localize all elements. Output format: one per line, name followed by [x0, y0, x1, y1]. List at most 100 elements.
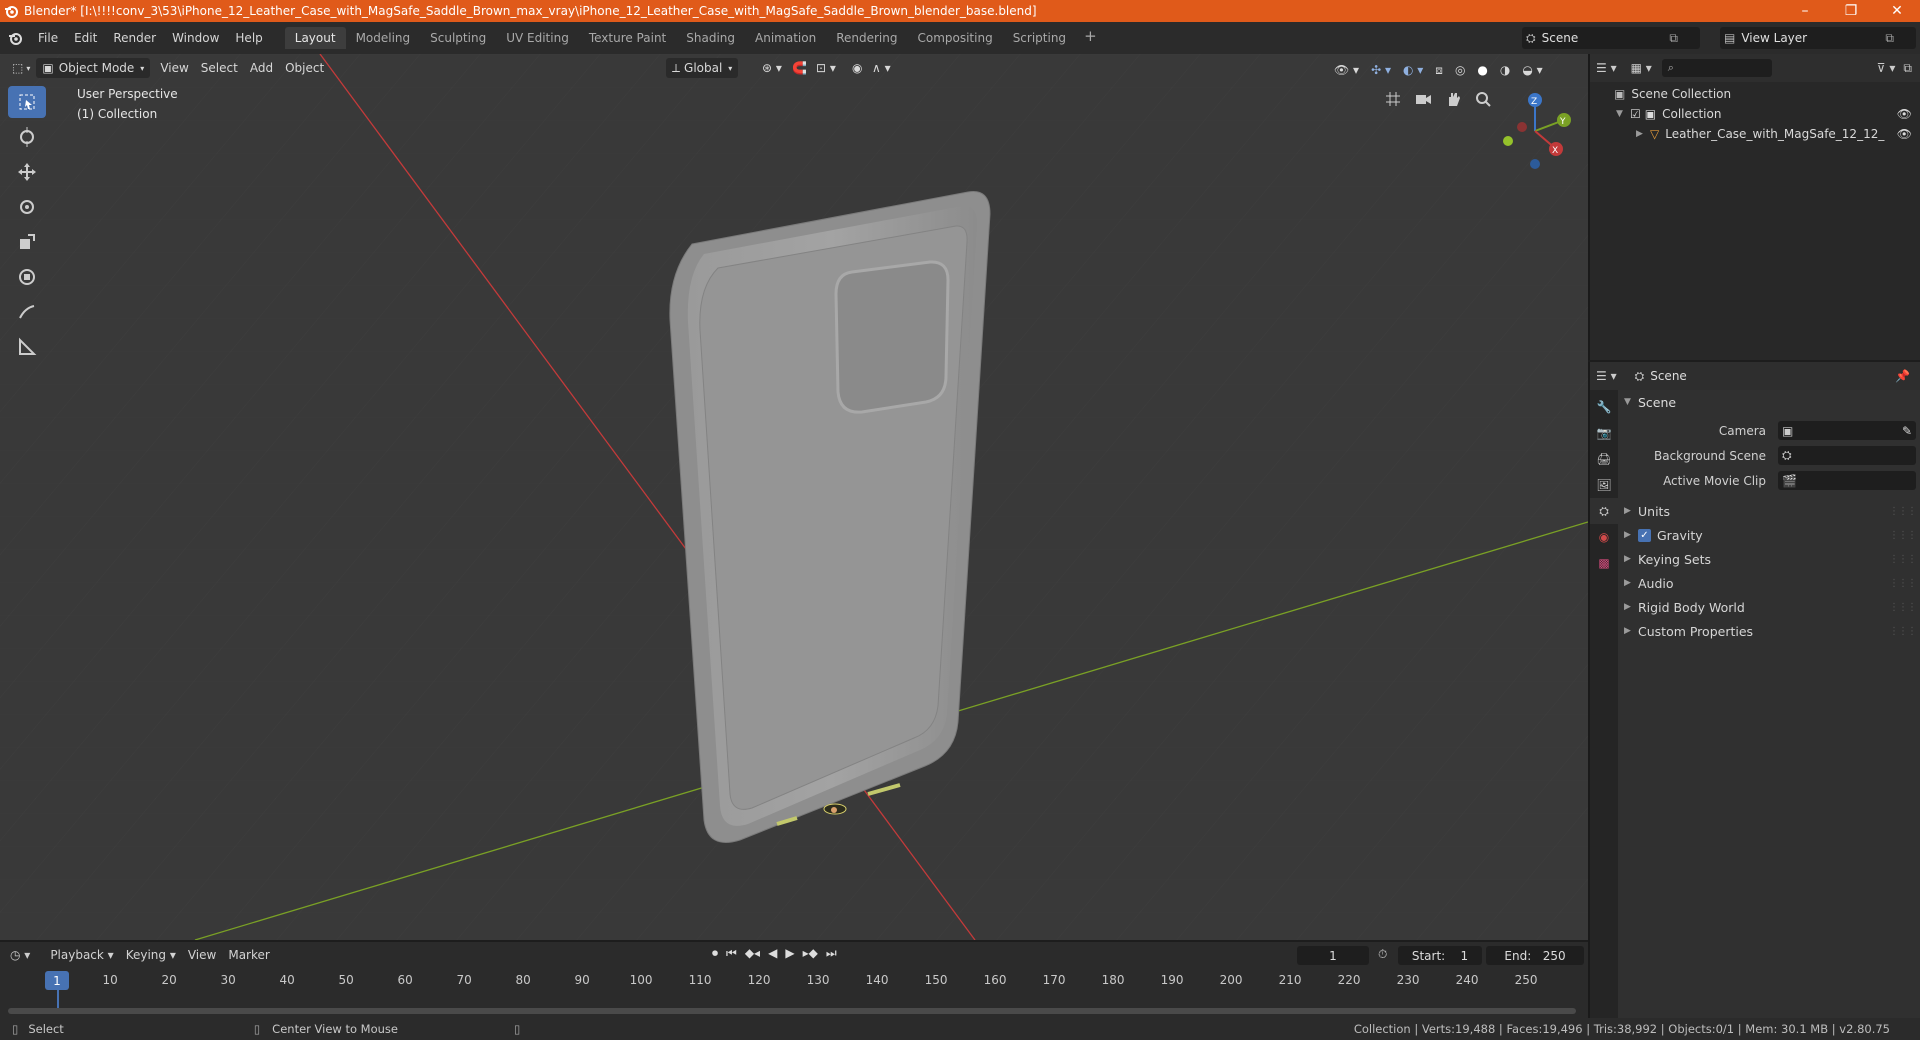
background-scene-field[interactable]: ⛭: [1778, 446, 1916, 465]
current-frame-field[interactable]: 1: [1297, 946, 1369, 965]
outliner-scene-collection[interactable]: ▣ Scene Collection: [1590, 84, 1920, 104]
filter-icon[interactable]: ⊽ ▾: [1877, 61, 1896, 75]
menu-object[interactable]: Object: [279, 58, 330, 78]
xray-toggle-icon[interactable]: ⧈: [1429, 60, 1449, 80]
pivot-point-button[interactable]: ⊛ ▾: [756, 58, 788, 78]
record-icon[interactable]: ⏺: [712, 946, 718, 961]
menu-file[interactable]: File: [30, 27, 66, 49]
audio-panel[interactable]: ▶ Audio ⋮⋮⋮: [1620, 571, 1920, 595]
blender-menu-icon[interactable]: [0, 31, 30, 45]
cursor-tool[interactable]: [8, 121, 46, 153]
navigation-gizmo[interactable]: Z Y X: [1490, 86, 1580, 176]
scene-panel-header[interactable]: ▼ Scene: [1620, 390, 1920, 414]
keying-sets-panel[interactable]: ▶ Keying Sets ⋮⋮⋮: [1620, 547, 1920, 571]
snap-icon[interactable]: 🧲: [786, 58, 813, 78]
tab-animation[interactable]: Animation: [745, 27, 826, 49]
tab-compositing[interactable]: Compositing: [907, 27, 1002, 49]
material-shading-icon[interactable]: ◑: [1494, 60, 1516, 80]
falloff-button[interactable]: ∧ ▾: [866, 58, 897, 78]
output-tab-icon[interactable]: 🖨: [1590, 446, 1618, 472]
tab-texture-paint[interactable]: Texture Paint: [579, 27, 676, 49]
tab-rendering[interactable]: Rendering: [826, 27, 907, 49]
properties-editor-icon[interactable]: ☰ ▾: [1596, 369, 1617, 383]
pin-icon[interactable]: 📌: [1895, 369, 1910, 383]
outliner-search-input[interactable]: ⌕: [1661, 59, 1772, 77]
move-tool[interactable]: [8, 156, 46, 188]
editor-type-button[interactable]: ⬚ ▾: [6, 58, 36, 78]
toggle-ortho-icon[interactable]: [1380, 86, 1406, 112]
view-layer-selector[interactable]: ▤ View Layer ⧉: [1720, 27, 1916, 49]
tab-sculpting[interactable]: Sculpting: [420, 27, 496, 49]
zoom-view-icon[interactable]: [1470, 86, 1496, 112]
outliner-object[interactable]: ▶ ▽ Leather_Case_with_MagSafe_12_12_pro_…: [1590, 124, 1920, 144]
add-workspace-button[interactable]: +: [1076, 27, 1105, 49]
end-frame-field[interactable]: End: 250: [1486, 946, 1584, 965]
scene-tab-icon[interactable]: ⛭: [1590, 498, 1618, 524]
timeline-ruler[interactable]: 1 10 20 30 40 50 60 70 80 90 100 110 120 130 140 150 160…: [0, 970, 1588, 992]
menu-add[interactable]: Add: [244, 58, 279, 78]
tab-layout[interactable]: Layout: [284, 27, 346, 49]
view-layer-tab-icon[interactable]: 🖼: [1590, 472, 1618, 498]
timeline-scrollbar[interactable]: [8, 1008, 1576, 1014]
tab-uv-editing[interactable]: UV Editing: [496, 27, 579, 49]
eyedropper-icon[interactable]: ✎: [1902, 424, 1912, 438]
snap-target-button[interactable]: ⊡ ▾: [810, 58, 842, 78]
rendered-shading-icon[interactable]: ◒ ▾: [1516, 60, 1548, 80]
wireframe-shading-icon[interactable]: ◎: [1449, 60, 1471, 80]
drag-grip-icon[interactable]: ⋮⋮⋮: [1889, 578, 1917, 589]
play-reverse-icon[interactable]: ◀: [768, 946, 777, 961]
display-mode-icon[interactable]: ▦ ▾: [1631, 61, 1652, 75]
restore-button[interactable]: ❐: [1828, 0, 1874, 22]
next-keyframe-icon[interactable]: ▸◆: [803, 946, 818, 961]
solid-shading-icon[interactable]: ●: [1471, 60, 1493, 80]
start-frame-field[interactable]: Start: 1: [1398, 946, 1482, 965]
custom-properties-panel[interactable]: ▶ Custom Properties ⋮⋮⋮: [1620, 619, 1920, 643]
menu-render[interactable]: Render: [105, 27, 164, 49]
jump-start-icon[interactable]: ⏮: [726, 946, 737, 961]
outliner-editor-icon[interactable]: ☰ ▾: [1596, 61, 1617, 75]
drag-grip-icon[interactable]: ⋮⋮⋮: [1889, 626, 1917, 637]
menu-playback[interactable]: Playback ▾: [44, 948, 119, 962]
gravity-panel[interactable]: ▶ ✓ Gravity ⋮⋮⋮: [1620, 523, 1920, 547]
measure-tool[interactable]: [8, 331, 46, 363]
menu-marker[interactable]: Marker: [222, 948, 275, 962]
menu-timeline-view[interactable]: View: [182, 948, 222, 962]
render-tab-icon[interactable]: 📷: [1590, 420, 1618, 446]
timeline-editor-icon[interactable]: ◷ ▾: [10, 948, 30, 962]
drag-grip-icon[interactable]: ⋮⋮⋮: [1889, 530, 1917, 541]
tab-shading[interactable]: Shading: [676, 27, 745, 49]
texture-tab-icon[interactable]: ▩: [1590, 550, 1618, 576]
visibility-icon[interactable]: 👁 ▾: [1328, 60, 1365, 80]
drag-grip-icon[interactable]: ⋮⋮⋮: [1889, 554, 1917, 565]
play-icon[interactable]: ▶: [785, 946, 794, 961]
prev-keyframe-icon[interactable]: ◆◂: [745, 946, 760, 961]
outliner-collection[interactable]: ▼ ☑ ▣ Collection 👁: [1590, 104, 1920, 124]
menu-window[interactable]: Window: [164, 27, 227, 49]
transform-tool[interactable]: [8, 261, 46, 293]
scale-tool[interactable]: [8, 226, 46, 258]
gizmo-toggle-icon[interactable]: ✣ ▾: [1365, 60, 1397, 80]
tool-tab-icon[interactable]: 🔧: [1590, 394, 1618, 420]
collection-visibility-icon[interactable]: 👁: [1897, 107, 1912, 121]
camera-view-icon[interactable]: [1410, 86, 1436, 112]
minimize-button[interactable]: –: [1782, 0, 1828, 22]
camera-field[interactable]: ▣ ✎: [1778, 421, 1916, 440]
menu-keying[interactable]: Keying ▾: [120, 948, 182, 962]
menu-help[interactable]: Help: [227, 27, 270, 49]
new-collection-icon[interactable]: ⧉: [1903, 61, 1912, 76]
expand-arrow-icon[interactable]: ▼: [1616, 109, 1630, 119]
menu-select[interactable]: Select: [195, 58, 244, 78]
rigid-body-world-panel[interactable]: ▶ Rigid Body World ⋮⋮⋮: [1620, 595, 1920, 619]
drag-grip-icon[interactable]: ⋮⋮⋮: [1889, 506, 1917, 517]
world-tab-icon[interactable]: ◉: [1590, 524, 1618, 550]
menu-edit[interactable]: Edit: [66, 27, 105, 49]
annotate-tool[interactable]: [8, 296, 46, 328]
expand-arrow-icon[interactable]: ▶: [1636, 129, 1650, 139]
3d-viewport[interactable]: ⬚ ▾ ▣ Object Mode ▾ View Select Add Objec…: [0, 54, 1588, 940]
copy-view-layer-icon[interactable]: ⧉: [1885, 31, 1894, 46]
scene-selector[interactable]: ⛭ Scene ⧉: [1522, 27, 1700, 49]
drag-grip-icon[interactable]: ⋮⋮⋮: [1889, 602, 1917, 613]
tab-modeling[interactable]: Modeling: [346, 27, 421, 49]
close-button[interactable]: ✕: [1874, 0, 1920, 22]
jump-end-icon[interactable]: ⏭: [826, 946, 837, 961]
